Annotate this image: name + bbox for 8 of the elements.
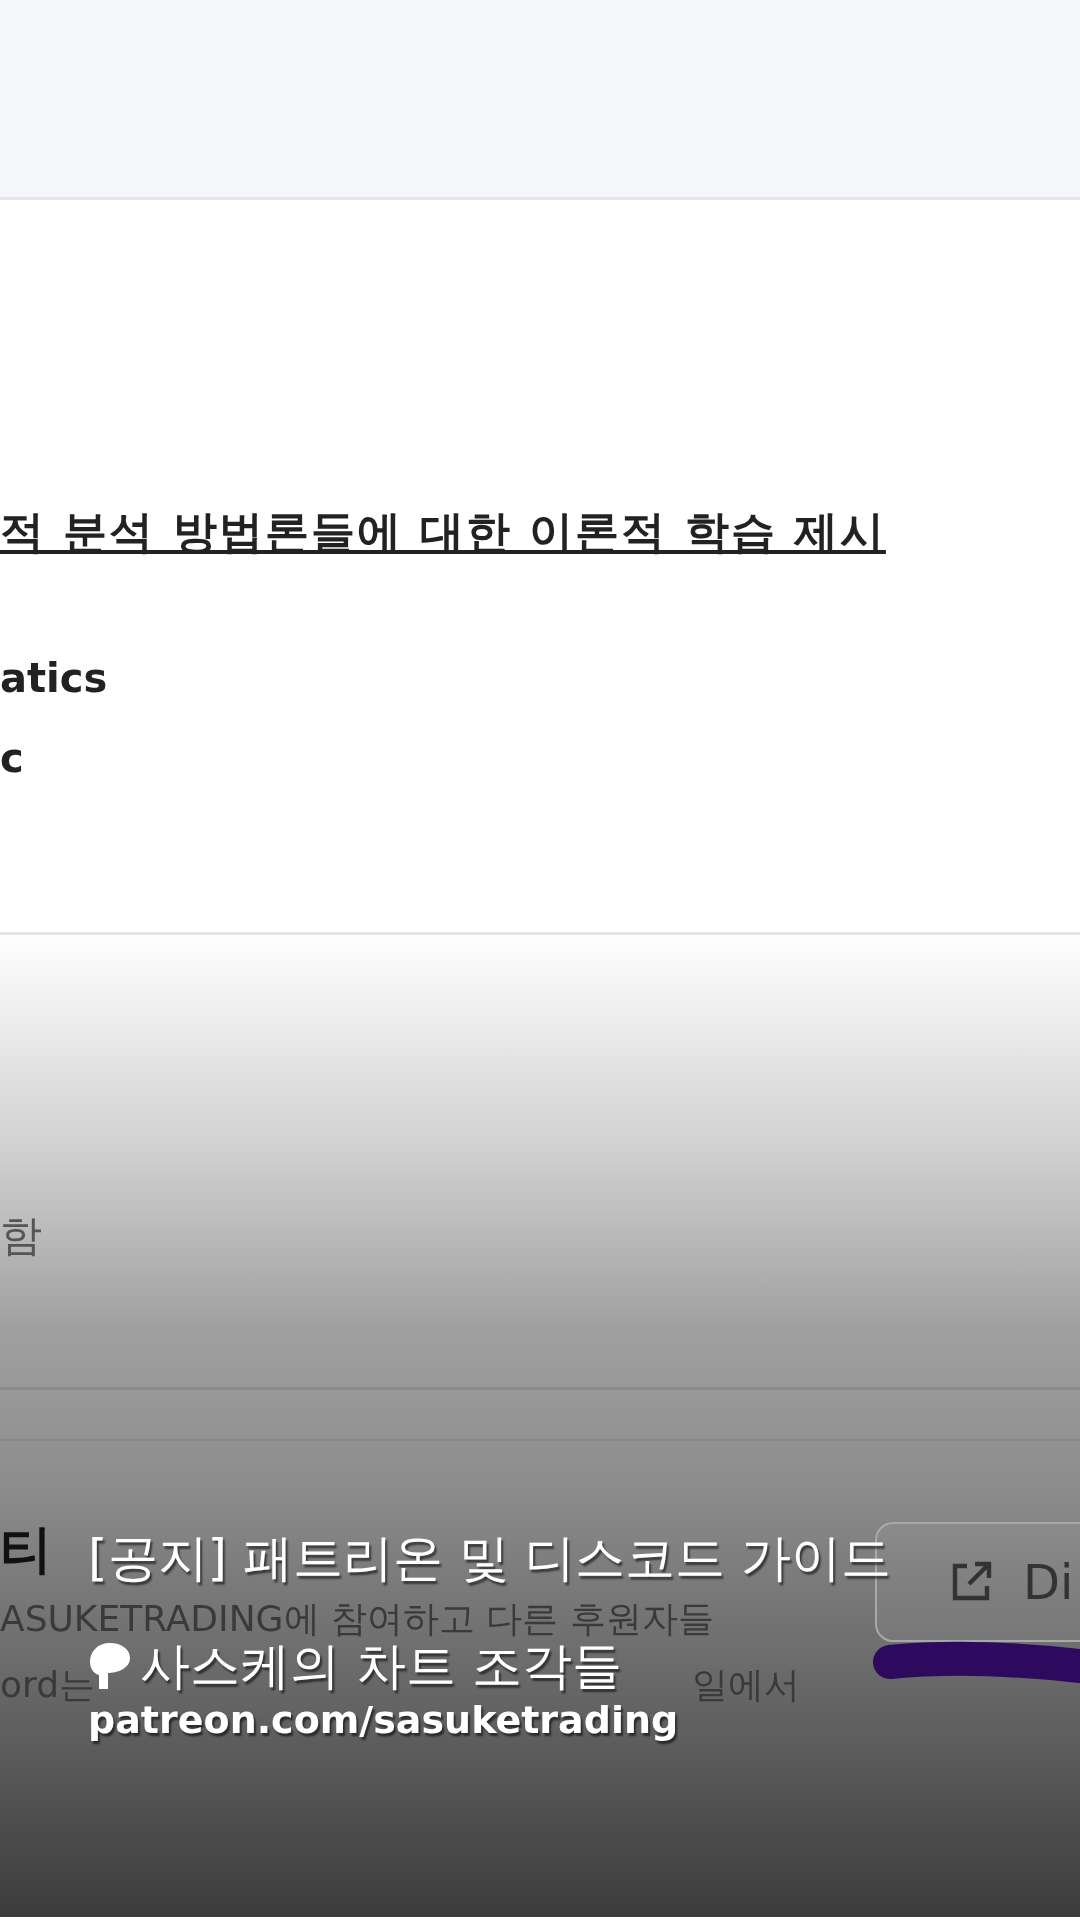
description-text: ASUKETRADING에 참여하고 다른 후원자들 [0, 1601, 715, 1637]
section-title: 티 [0, 1523, 52, 1575]
site-name: 사스케의 차트 조각들 [140, 1637, 622, 1696]
link-url[interactable]: patreon.com/sasuketrading [88, 1698, 891, 1744]
text-line: atics [0, 658, 109, 698]
note-text: 함 [0, 1210, 43, 1257]
heading: 적 분석 방법론들에 대한 이론적 학습 제시 [0, 510, 887, 554]
text-line: c [0, 738, 25, 778]
